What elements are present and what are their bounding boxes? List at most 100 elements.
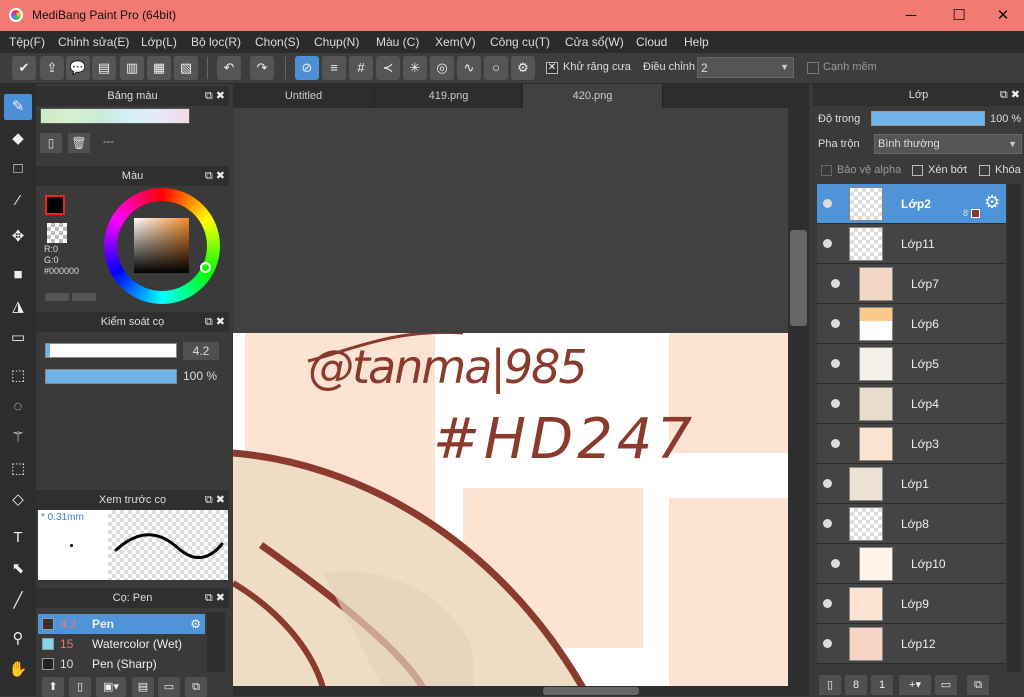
clip-checkbox[interactable] [912, 165, 923, 176]
visibility-eye-icon[interactable] [823, 639, 832, 648]
saturation-square[interactable] [134, 218, 189, 273]
transparent-color[interactable] [47, 223, 67, 243]
new-1bit-layer-icon[interactable]: 1 [871, 675, 893, 695]
menu-cloud[interactable]: Cloud [636, 35, 667, 49]
brush-new-icon[interactable]: ▯ [69, 677, 91, 697]
eraser-tool-icon[interactable]: ◆ [4, 126, 32, 152]
redo-icon[interactable]: ↷ [250, 56, 274, 80]
correction-dropdown[interactable]: 2 ▼ [697, 57, 794, 78]
gear-icon[interactable]: ⚙ [984, 192, 1000, 213]
magic-wand-icon[interactable]: ⚚ [4, 425, 32, 451]
visibility-eye-icon[interactable] [823, 199, 832, 208]
cloud-save-icon[interactable]: ✔ [12, 56, 36, 80]
bucket-tool-icon[interactable]: ◮ [4, 294, 32, 320]
layer-row[interactable]: Lớp9 [817, 584, 1006, 624]
select-pen-icon[interactable]: ⁄ [4, 188, 32, 214]
gear-icon[interactable]: ⚙ [190, 614, 201, 634]
operation-tool-icon[interactable]: ⬉ [4, 556, 32, 582]
visibility-eye-icon[interactable] [831, 559, 840, 568]
snap-curve-icon[interactable]: ∿ [457, 56, 481, 80]
snap-radial-icon[interactable]: ✳ [403, 56, 427, 80]
tab-untitled[interactable]: Untitled [233, 84, 375, 108]
menu-view[interactable]: Xem(V) [435, 35, 476, 49]
layer-scrollbar[interactable] [1007, 184, 1021, 676]
visibility-eye-icon[interactable] [831, 399, 840, 408]
brush-item-pen-sharp[interactable]: 10 Pen (Sharp) [38, 654, 205, 674]
folder-icon[interactable]: ▭ [158, 677, 180, 697]
layer-row[interactable]: Lớp1 [817, 464, 1006, 504]
horizontal-scrollbar[interactable] [233, 686, 809, 696]
speech-bubble-icon[interactable]: 💬 [66, 56, 90, 80]
close-button[interactable]: ✕ [980, 0, 1024, 31]
snap-parallel-icon[interactable]: ≡ [322, 56, 346, 80]
visibility-eye-icon[interactable] [831, 319, 840, 328]
new-palette-icon[interactable]: ▯ [40, 133, 62, 153]
menu-tools[interactable]: Công cụ(T) [490, 35, 550, 49]
rect-select-icon[interactable]: ⬚ [4, 363, 32, 389]
minimize-button[interactable]: ─ [888, 0, 934, 31]
blend-mode-dropdown[interactable]: Bình thường ▼ [874, 134, 1022, 154]
visibility-eye-icon[interactable] [831, 279, 840, 288]
brush-settings-icon[interactable]: ▤ [132, 677, 154, 697]
visibility-eye-icon[interactable] [831, 439, 840, 448]
vertical-scroll-thumb[interactable] [790, 230, 807, 326]
fill-rect-icon[interactable]: ■ [4, 262, 32, 288]
snap-vanish-icon[interactable]: ≺ [376, 56, 400, 80]
brush-opacity-slider[interactable] [45, 369, 177, 384]
eyedropper-icon[interactable]: ⚲ [4, 626, 32, 652]
brush-item-watercolor[interactable]: 15 Watercolor (Wet) [38, 634, 205, 654]
visibility-eye-icon[interactable] [823, 239, 832, 248]
dot-tool-icon[interactable]: □ [4, 156, 32, 182]
new-layer-icon[interactable]: ▯ [819, 675, 841, 695]
page-settings-icon[interactable]: ▦ [147, 56, 171, 80]
brush-tool-icon[interactable]: ✎ [4, 94, 32, 120]
brush-item-pen[interactable]: 4.2 Pen ⚙ [38, 614, 205, 634]
brush-duplicate-icon[interactable]: ⧉ [185, 677, 207, 697]
protect-alpha-checkbox[interactable] [821, 165, 832, 176]
brush-size-slider[interactable] [45, 343, 177, 358]
horizontal-scroll-thumb[interactable] [543, 687, 639, 695]
hue-marker[interactable] [200, 262, 211, 273]
page-icon[interactable]: ▥ [120, 56, 144, 80]
divide-tool-icon[interactable]: ╱ [4, 588, 32, 614]
layer-row[interactable]: Lớp3 [817, 424, 1006, 464]
layer-row[interactable]: Lớp4 [817, 384, 1006, 424]
menu-snap[interactable]: Chụp(N) [314, 35, 359, 49]
visibility-eye-icon[interactable] [831, 359, 840, 368]
brush-size-value[interactable]: 4.2 [183, 342, 219, 360]
menu-edit[interactable]: Chỉnh sửa(E) [58, 35, 129, 49]
menu-file[interactable]: Tệp(F) [9, 35, 45, 49]
menu-filter[interactable]: Bộ lọc(R) [191, 35, 241, 49]
select-brush-icon[interactable]: ⬚ [4, 456, 32, 482]
menu-select[interactable]: Chọn(S) [255, 35, 300, 49]
lasso-icon[interactable]: ◌ [4, 394, 32, 420]
move-tool-icon[interactable]: ✥ [4, 224, 32, 250]
brush-add-icon[interactable]: ⬆ [42, 677, 64, 697]
antialias-checkbox[interactable]: ✕ [546, 62, 558, 74]
snap-off-icon[interactable]: ⊘ [295, 56, 319, 80]
foreground-color[interactable] [45, 195, 65, 215]
brush-list-scrollbar[interactable] [207, 612, 225, 672]
layer-row[interactable]: Lớp8 [817, 504, 1006, 544]
menu-layer[interactable]: Lớp(L) [141, 35, 177, 49]
text-tool-icon[interactable]: T [4, 525, 32, 551]
layer-row[interactable]: Lớp2 8 ⚙ [817, 184, 1006, 224]
brush-copy-icon[interactable]: ▣▾ [96, 677, 126, 697]
document-canvas[interactable]: @tanma|985 #HD247 [233, 333, 788, 688]
snap-ellipse-icon[interactable]: ○ [484, 56, 508, 80]
snap-grid-icon[interactable]: # [349, 56, 373, 80]
visibility-eye-icon[interactable] [823, 519, 832, 528]
soft-edge-checkbox[interactable] [807, 62, 819, 74]
lock-checkbox[interactable] [979, 165, 990, 176]
layer-opacity-slider[interactable] [871, 111, 985, 126]
upload-icon[interactable]: ⇪ [40, 56, 64, 80]
layer-row[interactable]: Lớp10 [817, 544, 1006, 584]
select-eraser-icon[interactable]: ◇ [4, 487, 32, 513]
add-layer-menu-icon[interactable]: +▾ [899, 675, 931, 695]
layer-row[interactable]: Lớp7 [817, 264, 1006, 304]
menu-window[interactable]: Cửa sổ(W) [565, 35, 624, 49]
gradient-tool-icon[interactable]: ▭ [4, 325, 32, 351]
tab-419[interactable]: 419.png [376, 84, 522, 108]
comment-icon[interactable]: ▤ [92, 56, 116, 80]
duplicate-layer-icon[interactable]: ⧉ [967, 675, 989, 695]
